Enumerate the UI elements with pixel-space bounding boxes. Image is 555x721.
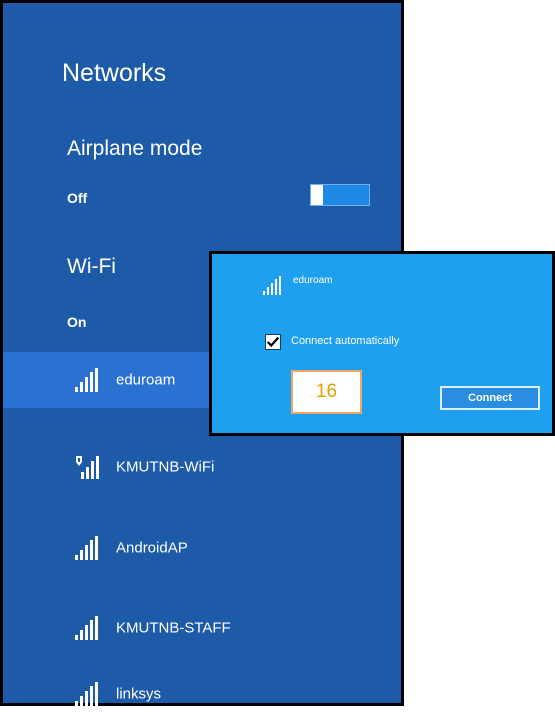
network-name: linksys bbox=[116, 685, 162, 703]
step-badge: 16 bbox=[291, 370, 362, 414]
connect-button[interactable]: Connect bbox=[440, 386, 540, 410]
airplane-mode-state: Off bbox=[67, 190, 88, 206]
network-name: eduroam bbox=[116, 371, 176, 389]
network-name: KMUTNB-WiFi bbox=[116, 458, 215, 476]
airplane-mode-label: Airplane mode bbox=[67, 137, 203, 160]
network-item-kmutnb-wifi[interactable]: KMUTNB-WiFi bbox=[3, 440, 401, 494]
wifi-secured-signal-icon bbox=[76, 456, 99, 479]
checkmark-icon bbox=[266, 336, 280, 348]
wifi-label: Wi-Fi bbox=[67, 255, 116, 278]
connect-popup: eduroam Connect automatically Connect bbox=[209, 251, 555, 436]
network-name: KMUTNB-STAFF bbox=[116, 619, 231, 637]
wifi-signal-icon bbox=[75, 616, 98, 640]
network-item-linksys[interactable]: linksys bbox=[3, 667, 401, 721]
wifi-signal-icon bbox=[263, 276, 281, 295]
pane-title: Networks bbox=[62, 59, 167, 87]
popup-network-name: eduroam bbox=[293, 275, 333, 286]
network-item-kmutnb-staff[interactable]: KMUTNB-STAFF bbox=[3, 601, 401, 655]
wifi-signal-icon bbox=[75, 536, 98, 560]
connect-automatically-checkbox[interactable] bbox=[265, 334, 281, 350]
airplane-mode-toggle[interactable] bbox=[310, 184, 370, 206]
wifi-signal-icon bbox=[75, 682, 98, 706]
network-item-androidap[interactable]: AndroidAP bbox=[3, 521, 401, 575]
toggle-knob bbox=[311, 185, 323, 205]
network-name: AndroidAP bbox=[116, 539, 188, 557]
wifi-state: On bbox=[67, 314, 87, 330]
wifi-signal-icon bbox=[75, 368, 98, 392]
connect-automatically-label: Connect automatically bbox=[291, 335, 400, 347]
